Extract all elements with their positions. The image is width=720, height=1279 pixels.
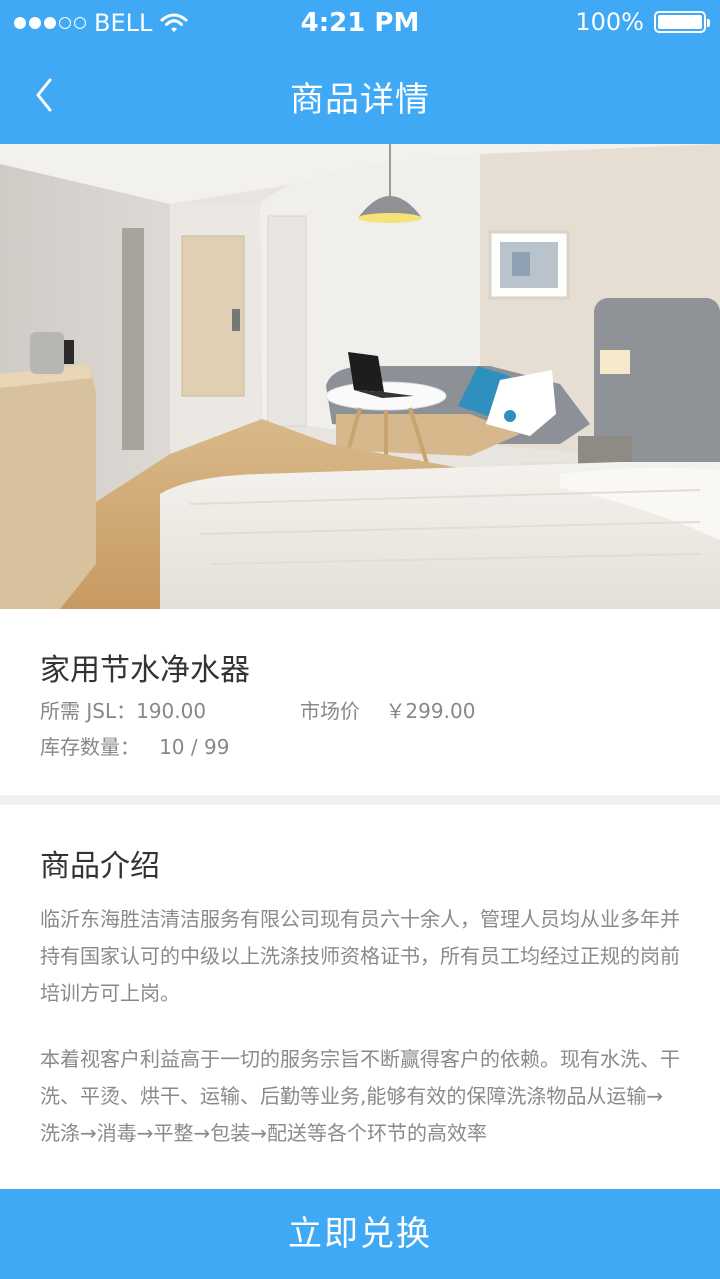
intro-paragraph: 临沂东海胜洁清洁服务有限公司现有员六十余人，管理人员均从业多年并持有国家认可的中… — [40, 907, 680, 1005]
required-points: 所需 JSL：190.00 — [40, 699, 207, 723]
redeem-button[interactable]: 立即兑换 — [0, 1189, 720, 1279]
battery-icon — [654, 11, 710, 33]
market-price-label: 市场价 — [300, 699, 360, 723]
product-name: 家用节水净水器 — [40, 653, 250, 688]
hotel-room-photo — [0, 144, 720, 609]
status-bar: BELL 4:21 PM 100% — [0, 0, 720, 46]
stock-label: 库存数量： — [40, 735, 140, 759]
intro-paragraph: 本着视客户利益高于一切的服务宗旨不断赢得客户的依赖。现有水洗、干洗、平烫、烘干、… — [40, 1047, 680, 1145]
page-title: 商品详情 — [290, 80, 430, 120]
stock-value: 10 / 99 — [159, 735, 230, 759]
intro-title: 商品介绍 — [40, 849, 160, 884]
status-right: 100% — [575, 8, 710, 36]
product-image — [0, 144, 720, 609]
product-info: 家用节水净水器 所需 JSL：190.00 市场价 ￥299.00 库存数量： … — [0, 609, 720, 795]
market-price-value: ￥299.00 — [385, 699, 476, 723]
stock-row: 库存数量： 10 / 99 — [40, 731, 229, 760]
market-price-row: 市场价 ￥299.00 — [300, 695, 475, 724]
battery-percent: 100% — [575, 8, 644, 36]
section-divider — [0, 795, 720, 805]
product-intro: 商品介绍 临沂东海胜洁清洁服务有限公司现有员六十余人，管理人员均从业多年并持有国… — [0, 805, 720, 1189]
nav-bar: 商品详情 — [0, 46, 720, 144]
